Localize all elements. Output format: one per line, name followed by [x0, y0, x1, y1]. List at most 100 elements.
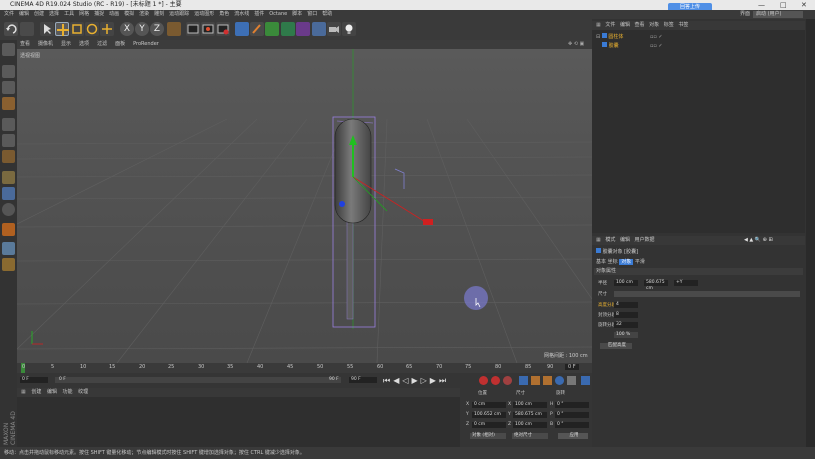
viewport-menu-camera[interactable]: 摄像机 — [35, 40, 53, 49]
floor-icon[interactable] — [312, 22, 326, 36]
coordinate-system-icon[interactable] — [167, 22, 181, 36]
axis-mode-icon[interactable] — [2, 171, 15, 184]
tab-basic[interactable]: 基本 — [596, 259, 606, 265]
cube-object-icon[interactable] — [235, 22, 249, 36]
prop-height-field[interactable]: 580.675 cm — [644, 280, 668, 291]
key-position-icon[interactable] — [519, 376, 528, 385]
prop-rot-field[interactable]: 32 — [614, 322, 638, 328]
move-tool-icon[interactable] — [55, 22, 69, 36]
rotation-p-field[interactable]: 0 ° — [555, 412, 589, 418]
position-z-field[interactable]: 0 cm — [472, 422, 506, 428]
obj-menu-bookmarks[interactable]: 书签 — [678, 22, 688, 28]
prop-radius-field[interactable]: 100 cm — [614, 280, 638, 286]
solo-icon[interactable] — [2, 223, 15, 236]
obj-menu-edit[interactable]: 编辑 — [620, 22, 630, 28]
deformer-icon[interactable] — [296, 22, 310, 36]
max-frame-field[interactable]: 90 F — [327, 377, 347, 383]
select-arrow-icon[interactable] — [40, 22, 54, 36]
viewport-menu-prorender[interactable]: ProRender — [130, 40, 159, 49]
object-row-capsule[interactable]: 胶囊 ▫▫ ✓ — [602, 42, 802, 50]
recent-tool-icon[interactable] — [100, 22, 114, 36]
y-axis-lock-icon[interactable]: Y — [135, 22, 149, 36]
material-menu-edit[interactable]: 编辑 — [47, 389, 57, 395]
rotate-tool-icon[interactable] — [85, 22, 99, 36]
size-x-field[interactable]: 100 cm — [513, 402, 547, 408]
position-y-field[interactable]: 100.652 cm — [472, 412, 506, 418]
tab-object[interactable]: 对象 — [619, 259, 634, 265]
menu-edit[interactable]: 编辑 — [19, 10, 29, 19]
visibility-dots-2[interactable]: ▫▫ ✓ — [650, 42, 663, 50]
texture-mode-icon[interactable] — [2, 81, 15, 94]
menu-create[interactable]: 创建 — [34, 10, 44, 19]
record-icon[interactable] — [479, 376, 488, 385]
lock-workplane-icon[interactable] — [2, 242, 15, 255]
timeline-ruler[interactable]: 0 5 10 15 20 25 30 35 40 45 50 55 60 65 … — [17, 363, 592, 373]
menu-tools[interactable]: 工具 — [64, 10, 74, 19]
visibility-dots[interactable]: ▫▫ ✓ — [650, 33, 663, 41]
scale-tool-icon[interactable] — [70, 22, 84, 36]
prop-mode-select[interactable] — [614, 291, 800, 297]
obj-menu-object[interactable]: 对象 — [649, 22, 659, 28]
viewport-menu-display[interactable]: 显示 — [58, 40, 71, 49]
pen-spline-icon[interactable] — [250, 22, 264, 36]
obj-menu-view[interactable]: 查看 — [635, 22, 645, 28]
tweak-mode-icon[interactable] — [2, 187, 15, 200]
viewport-menu-filter[interactable]: 过滤 — [94, 40, 107, 49]
material-menu-function[interactable]: 功能 — [63, 389, 73, 395]
expand-icon[interactable]: ⊟ — [596, 34, 600, 40]
polygons-mode-icon[interactable] — [2, 150, 15, 163]
planar-workplane-icon[interactable] — [2, 258, 15, 271]
prop-direction-field[interactable]: +Y — [674, 280, 698, 286]
layout-select[interactable]: 启动 (用户) — [753, 11, 803, 18]
object-name-capsule[interactable]: 胶囊 — [609, 43, 619, 49]
subdivision-surface-icon[interactable] — [265, 22, 279, 36]
menu-render[interactable]: 渲染 — [139, 10, 149, 19]
keyframe-selection-icon[interactable] — [503, 376, 512, 385]
object-name-cylinder[interactable]: 圆柱体 — [608, 34, 623, 40]
model-mode-icon[interactable] — [2, 65, 15, 78]
object-row-cylinder[interactable]: ⊟ 圆柱体 ▫▫ ✓ — [596, 33, 796, 41]
tab-smoothing[interactable]: 平滑 — [635, 259, 645, 265]
key-scale-icon[interactable] — [531, 376, 540, 385]
menu-file[interactable]: 文件 — [4, 10, 14, 19]
snap-icon[interactable] — [2, 203, 15, 216]
array-icon[interactable] — [281, 22, 295, 36]
prop-slider[interactable]: 100 % — [614, 332, 638, 338]
key-parameter-icon[interactable] — [555, 376, 564, 385]
autokey-icon[interactable] — [491, 376, 500, 385]
workplane-icon[interactable] — [2, 97, 15, 110]
camera-icon[interactable] — [327, 22, 341, 36]
preview-range-slider[interactable] — [55, 377, 341, 383]
rotation-h-field[interactable]: 0 ° — [555, 402, 589, 408]
key-pla-icon[interactable] — [567, 376, 576, 385]
perspective-viewport[interactable]: 透视视图 网格间距 : 100 cm — [17, 49, 592, 363]
min-frame-field[interactable]: 0 F — [57, 377, 77, 383]
viewport-menu-options[interactable]: 选项 — [76, 40, 89, 49]
menu-window[interactable]: 窗口 — [307, 10, 317, 19]
menu-script[interactable]: 脚本 — [292, 10, 302, 19]
render-view-icon[interactable] — [186, 22, 200, 36]
timeline-menu-icon[interactable] — [581, 376, 590, 385]
make-editable-icon[interactable] — [2, 43, 15, 56]
attr-menu-userdata[interactable]: 用户数据 — [635, 237, 655, 243]
position-x-field[interactable]: 0 cm — [472, 402, 506, 408]
menu-sculpt[interactable]: 雕刻 — [154, 10, 164, 19]
size-mode-select[interactable]: 绝对尺寸 — [512, 433, 548, 439]
match-height-button[interactable]: 匹配高度 — [600, 343, 632, 349]
menu-motion-tracking[interactable]: 运动跟踪 — [169, 10, 189, 19]
menu-snap[interactable]: 捕捉 — [94, 10, 104, 19]
start-frame-field[interactable]: 0 F — [20, 377, 48, 383]
viewport-menu-view[interactable]: 查看 — [17, 40, 30, 49]
redo-icon[interactable] — [20, 22, 34, 36]
light-icon[interactable] — [342, 22, 356, 36]
maximize-icon[interactable]: □ — [780, 0, 787, 10]
menu-animate[interactable]: 动画 — [109, 10, 119, 19]
attr-nav-icons[interactable]: ◀ ▲ 🔍 ⊕ ⊞ — [744, 236, 773, 245]
rotation-b-field[interactable]: 0 ° — [555, 422, 589, 428]
viewport-nav-icons[interactable]: ✥ ⟲ ▣ — [565, 40, 584, 49]
render-picture-viewer-icon[interactable] — [201, 22, 215, 36]
menu-select[interactable]: 选择 — [49, 10, 59, 19]
coords-mode-select[interactable]: 对象 (相对) — [470, 433, 506, 439]
menu-help[interactable]: 帮助 — [322, 10, 332, 19]
menu-mograph[interactable]: 运动图形 — [194, 10, 214, 19]
